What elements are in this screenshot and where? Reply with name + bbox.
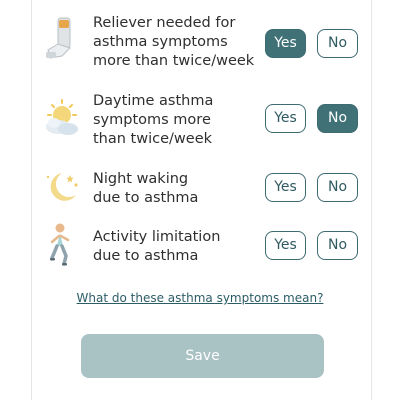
no-button[interactable]: No xyxy=(317,173,358,202)
sun-cloud-icon xyxy=(40,97,84,141)
yes-button[interactable]: Yes xyxy=(265,173,306,202)
question-label-line: due to asthma xyxy=(93,190,199,206)
question-label-line: more than twice/week xyxy=(93,53,255,69)
no-button[interactable]: No xyxy=(317,29,358,58)
yes-button[interactable]: Yes xyxy=(265,231,306,260)
save-button[interactable]: Save xyxy=(81,334,324,378)
no-button[interactable]: No xyxy=(317,231,358,260)
symptoms-help-link[interactable]: What do these asthma symptoms mean? xyxy=(0,291,400,305)
yes-button[interactable]: Yes xyxy=(265,104,306,133)
yes-button[interactable]: Yes xyxy=(265,29,306,58)
no-button[interactable]: No xyxy=(317,104,358,133)
question-label-line: symptoms more xyxy=(93,112,211,128)
question-label-line: asthma symptoms xyxy=(93,34,228,50)
question-label-line: than twice/week xyxy=(93,131,213,147)
question-label: Reliever needed for asthma symptoms more… xyxy=(93,14,263,71)
question-label-line: Night waking xyxy=(93,171,189,187)
inhaler-icon xyxy=(40,16,84,60)
frame-left-border xyxy=(31,0,32,400)
question-label: Activity limitation due to asthma xyxy=(93,228,263,266)
moon-stars-icon xyxy=(40,167,84,211)
question-label-line: Reliever needed for xyxy=(93,15,236,31)
frame-right-border xyxy=(371,0,372,400)
question-label-line: due to asthma xyxy=(93,248,199,264)
runner-icon xyxy=(40,222,84,266)
question-label-line: Daytime asthma xyxy=(93,93,214,109)
question-label: Daytime asthma symptoms more than twice/… xyxy=(93,92,263,149)
question-label-line: Activity limitation xyxy=(93,229,221,245)
question-label: Night waking due to asthma xyxy=(93,170,263,208)
